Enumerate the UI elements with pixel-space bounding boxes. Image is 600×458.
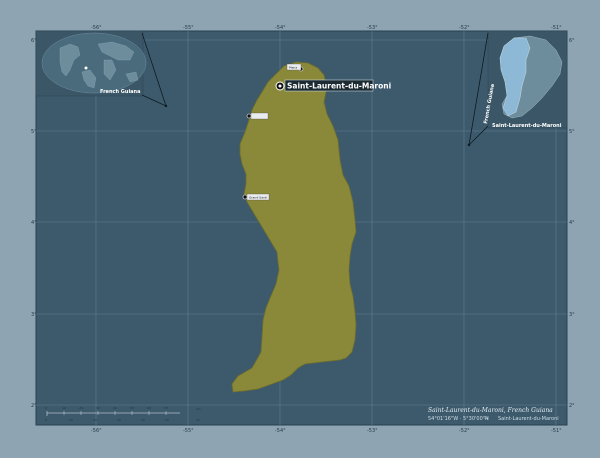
lat-tick-2: 2° xyxy=(31,403,37,409)
town-label: Mana xyxy=(289,66,297,70)
scale-top-tick: 70 xyxy=(164,406,168,410)
scale-top-tick: 10 xyxy=(62,406,66,410)
scale-top-tick: 0 xyxy=(45,406,47,410)
lon-tick-55: -55° xyxy=(183,25,194,31)
town-grand-santi: Grand-Santi xyxy=(242,193,270,201)
scale-bottom-tick: 50 xyxy=(165,418,169,422)
footer-arrow: → xyxy=(484,416,488,422)
lon-tick-56-bottom: -56° xyxy=(91,428,102,434)
town-label: Grand-Santi xyxy=(249,196,267,200)
town-mana: Mana xyxy=(286,63,304,72)
scale-bottom-tick: 30 xyxy=(117,418,121,422)
lat-tick-3-right: 3° xyxy=(569,312,575,318)
world-inset-label: French Guiana xyxy=(100,89,140,95)
lat-tick-2-right: 2° xyxy=(569,403,575,409)
lon-tick-51: -51° xyxy=(551,25,562,31)
world-location-dot xyxy=(84,66,88,70)
country-pointer-end xyxy=(467,143,471,147)
lat-tick-4: 4° xyxy=(31,220,37,226)
scale-unit-mi: mi xyxy=(196,418,200,422)
scale-bottom-tick: 20 xyxy=(93,418,97,422)
capital-marker-core xyxy=(278,84,282,88)
lon-tick-52: -52° xyxy=(459,25,470,31)
footer-place: Saint-Laurent-du-Maroni xyxy=(498,416,559,422)
lat-tick-4-right: 4° xyxy=(569,220,575,226)
scale-top-tick: 20 xyxy=(79,406,83,410)
lon-tick-51-bottom: -51° xyxy=(551,428,562,434)
map-canvas: 6° 5° 4° 3° 2° 6° 5° 4° 3° 2° -56° -55° … xyxy=(0,0,600,458)
footer-coords: 54°01'16"W · 5°30'00"N xyxy=(428,416,489,422)
scale-top-tick: 40 xyxy=(113,406,117,410)
lat-tick-5-right: 5° xyxy=(569,129,575,135)
footer-title: Saint-Laurent-du-Maroni, French Guiana xyxy=(428,407,553,414)
lon-tick-52-bottom: -52° xyxy=(459,428,470,434)
lon-tick-56: -56° xyxy=(91,25,102,31)
scale-top-tick: 60 xyxy=(147,406,151,410)
scale-top-tick: 30 xyxy=(96,406,100,410)
lat-tick-6-right: 6° xyxy=(569,38,575,44)
scale-unit-km: km xyxy=(196,407,201,411)
scale-bottom-tick: 0 xyxy=(45,418,47,422)
town-label-box xyxy=(250,112,269,120)
world-pointer-end xyxy=(164,104,168,108)
town-dot xyxy=(242,194,248,200)
lat-tick-3: 3° xyxy=(31,312,37,318)
scale-bottom-tick: 10 xyxy=(69,418,73,422)
lon-tick-55-bottom: -55° xyxy=(183,428,194,434)
capital-marker: Saint-Laurent-du-Maroni xyxy=(275,79,391,92)
lon-tick-54: -54° xyxy=(275,25,286,31)
scale-top-tick: 50 xyxy=(130,406,134,410)
country-inset-region-label: Saint-Laurent-du-Maroni xyxy=(492,123,562,129)
lat-tick-5: 5° xyxy=(31,129,37,135)
lon-tick-54-bottom: -54° xyxy=(275,428,286,434)
lon-tick-53: -53° xyxy=(367,25,378,31)
capital-label: Saint-Laurent-du-Maroni xyxy=(287,82,391,91)
town-dot xyxy=(246,113,252,119)
scale-bottom-tick: 40 xyxy=(141,418,145,422)
lon-tick-53-bottom: -53° xyxy=(367,428,378,434)
